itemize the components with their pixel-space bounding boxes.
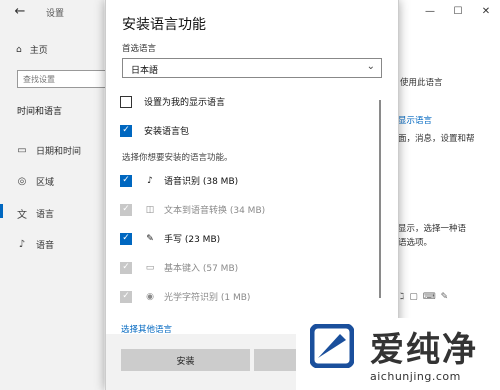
nav-label: 区域 [36,178,55,188]
install-button[interactable]: 安装 [121,349,250,371]
bg-text: 使用此语言 [400,78,443,88]
preferred-language-label: 首选语言 [122,44,157,54]
language-icon: 文 [17,210,27,221]
bg-text: 语选项。 [398,238,433,248]
option-label: 安装语言包 [144,127,190,137]
close-button[interactable]: ✕ [472,0,500,24]
maximize-button[interactable]: ☐ [444,0,472,24]
globe-icon: ◎ [17,176,27,187]
section-title: 时间和语言 [17,107,63,117]
nav-label: 语言 [36,210,55,220]
feature-label: 手写 (23 MB) [164,235,221,245]
feature-checkbox: ✓ [120,203,132,216]
option-label: 设置为我的显示语言 [144,98,226,108]
cancel-button[interactable] [254,349,302,371]
nav-item-date-time[interactable]: ▭ 日期和时间 [16,144,81,157]
settings-sidebar: ← 设置 ⌂ 主页 时间和语言 ▭ 日期和时间 ◎ 区域 文 语言 ♪ 语音 [0,0,109,390]
chevron-down-icon: ⌄ [366,61,375,72]
feature-basic-typing: ✓ ▭ 基本键入 (57 MB) [120,261,238,274]
home-label: 主页 [29,46,48,56]
brand-name: 爱纯净 [370,330,478,370]
watermark-logo: 爱纯净 aichunjing.com [296,318,500,390]
home-icon: ⌂ [16,44,22,55]
nav-item-language[interactable]: 文 语言 [0,204,55,221]
scrollbar[interactable] [379,100,381,298]
calendar-icon: ▭ [17,145,27,156]
ocr-icon: ◉ [146,291,154,302]
feature-checkbox[interactable]: ✓ [120,232,132,245]
feature-label: 光学字符识别 (1 MB) [164,293,251,303]
nav-label: 语音 [36,241,55,251]
bg-display-language-link[interactable]: 显示语言 [398,114,432,126]
install-language-pack-option[interactable]: ✓ 安装语言包 [120,124,189,137]
nav-label: 日期和时间 [36,147,82,157]
nav-item-speech[interactable]: ♪ 语音 [16,238,54,251]
keyboard-icon: ▭ [145,262,155,273]
bg-text: 显示，选择一种语 [398,224,467,234]
settings-search-input[interactable] [17,70,109,88]
install-pack-checkbox[interactable]: ✓ [120,124,132,137]
microphone-icon: ♪ [147,175,153,186]
speech-icon: ◫ [145,204,155,215]
set-display-language-checkbox[interactable] [120,95,132,108]
microphone-icon: ♪ [18,239,26,250]
feature-label: 语音识别 (38 MB) [164,177,239,187]
minimize-button[interactable]: — [416,0,444,24]
dialog-title: 安装语言功能 [122,17,206,33]
feature-handwriting[interactable]: ✓ ✎ 手写 (23 MB) [120,232,220,245]
feature-checkbox: ✓ [120,261,132,274]
home-nav-item[interactable]: ⌂ 主页 [16,43,48,57]
logo-mark-icon [310,324,354,368]
feature-text-to-speech: ✓ ◫ 文本到语音转换 (34 MB) [120,203,265,216]
feature-label: 文本到语音转换 (34 MB) [164,206,266,216]
pen-icon: ✎ [146,233,154,244]
nav-item-region[interactable]: ◎ 区域 [16,175,54,188]
feature-ocr: ✓ ◉ 光学字符识别 (1 MB) [120,290,250,303]
feature-label: 基本键入 (57 MB) [164,264,239,274]
language-select[interactable]: 日本語 ⌄ [122,58,382,78]
feature-speech-recognition[interactable]: ✓ ♪ 语音识别 (38 MB) [120,174,238,187]
choose-other-language-link[interactable]: 选择其他语言 [121,323,172,335]
back-arrow-icon[interactable]: ← [12,4,28,19]
selected-language: 日本語 [131,66,159,76]
feature-checkbox[interactable]: ✓ [120,174,132,187]
choose-features-label: 选择你想要安装的语言功能。 [122,153,233,163]
window-controls: — ☐ ✕ [416,0,500,24]
app-title: 设置 [46,9,65,19]
language-feature-icons: ℷ▢⌨✎ [400,292,454,302]
bg-text: 面，消息，设置和帮 [398,134,475,144]
feature-checkbox: ✓ [120,290,132,303]
set-display-language-option[interactable]: 设置为我的显示语言 [120,95,225,108]
brand-url: aichunjing.com [370,370,461,383]
